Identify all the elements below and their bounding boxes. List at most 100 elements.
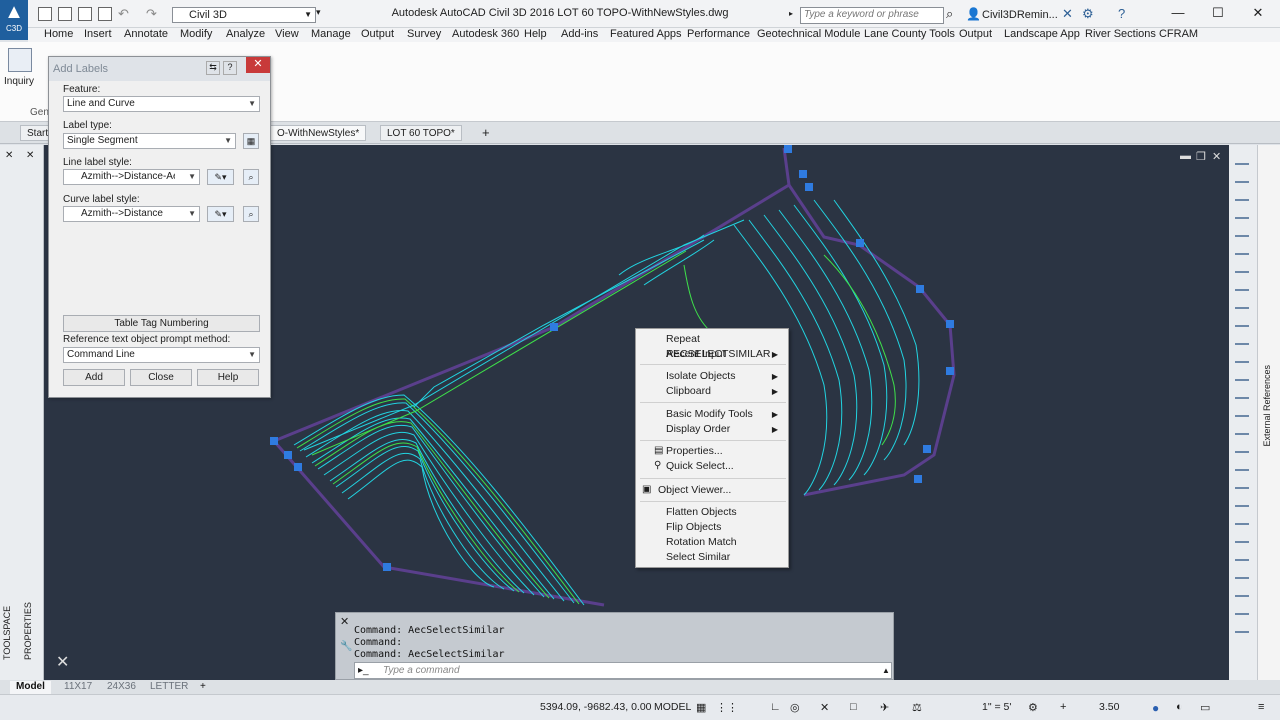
snap-icon[interactable]: ⋮⋮ [716,701,738,714]
coordinates-readout[interactable]: 5394.09, -9682.43, 0.00 [540,701,652,713]
saveas-icon[interactable] [98,7,112,21]
viewport-minimize-icon[interactable]: ▬ [1180,150,1191,162]
tool-icons[interactable] [1235,153,1249,633]
application-menu-button[interactable]: ▲ C3D [0,0,28,40]
menu-item-basic-modify-tools[interactable]: Basic Modify Tools ▶ [666,407,786,422]
menu-modify[interactable]: Modify [180,28,212,42]
clean-screen-icon[interactable]: ▭ [1200,701,1210,714]
search-icon[interactable]: ⌕ [946,6,953,22]
line-label-style-select[interactable]: Azmith-->Distance-AeComp▼ [63,169,200,185]
help-button[interactable]: Help [197,369,259,386]
menu-item-quick-select[interactable]: Quick Select... [666,459,786,474]
hardware-acceleration-icon[interactable]: ● [1152,701,1159,715]
menu-item-object-viewer[interactable]: Object Viewer... [658,483,778,498]
menu-item-display-order[interactable]: Display Order ▶ [666,422,786,437]
command-history-arrow-icon[interactable]: ▲ [882,666,890,675]
menu-featured-apps[interactable]: Featured Apps [610,28,682,42]
save-icon[interactable] [78,7,92,21]
feature-select[interactable]: Line and Curve ▼ [63,96,260,112]
menu-item-clipboard[interactable]: Clipboard ▶ [666,384,786,399]
viewport-close-icon[interactable]: ✕ [1212,150,1221,163]
menu-item-select-similar[interactable]: Select Similar [666,550,786,565]
menu-item-rotation-match[interactable]: Rotation Match [666,535,786,550]
workspace-gear-icon[interactable]: ⚙ [1028,701,1038,714]
external-references-tab[interactable]: External References [1262,365,1272,447]
toolspace-tab[interactable]: TOOLSPACE [2,600,18,660]
minimize-icon[interactable]: — [1168,5,1188,21]
workspace-select[interactable]: Civil 3D ▼ [172,7,316,23]
tab-24x36[interactable]: 24X36 [101,681,142,694]
new-icon[interactable] [38,7,52,21]
tab-letter[interactable]: LETTER [144,681,194,694]
zoom-level[interactable]: 3.50 [1099,701,1119,713]
menu-item-repeat[interactable]: Repeat AECSELECTSIMILAR [666,332,786,360]
menu-item-recent-input[interactable]: Recent Input ▶ [666,347,786,362]
customize-menu-icon[interactable]: ≡ [1258,701,1264,713]
inquiry-label[interactable]: Inquiry [4,76,34,87]
search-input[interactable]: Type a keyword or phrase [800,7,944,24]
dialog-close-icon[interactable]: ✕ [246,57,270,73]
menu-output[interactable]: Output [361,28,394,42]
preview-curve-style-icon[interactable]: ⌕ [243,206,259,222]
tab-lot-60-topo[interactable]: LOT 60 TOPO* [380,125,462,141]
menu-item-flip-objects[interactable]: Flip Objects [666,520,786,535]
grid-icon[interactable]: ▦ [696,701,706,714]
annotation-scale-icon[interactable]: ⚖ [912,701,922,714]
open-icon[interactable] [58,7,72,21]
tab-active-drawing[interactable]: O-WithNewStyles* [270,125,367,141]
curve-label-style-select[interactable]: Azmith-->Distance ▼ [63,206,200,222]
menu-landscape-app[interactable]: Landscape App [1004,28,1080,42]
close-icon[interactable]: ✕ [1248,5,1268,21]
command-input[interactable]: Type a command [354,662,892,679]
edit-curve-style-icon[interactable]: ✎▾ [207,206,234,222]
menu-annotate[interactable]: Annotate [124,28,168,42]
menu-geotechnical-module[interactable]: Geotechnical Module [757,28,860,42]
edit-line-style-icon[interactable]: ✎▾ [207,169,234,185]
ref-prompt-select[interactable]: Command Line ▼ [63,347,260,363]
palette-close-icon-2[interactable]: ✕ [26,150,34,161]
dialog-shrink-icon[interactable]: ⇆ [206,61,220,75]
viewport-restore-icon[interactable]: ❐ [1196,150,1206,163]
menu-view[interactable]: View [275,28,299,42]
menu-river-sections[interactable]: River Sections CFRAM [1085,28,1198,42]
add-tab-icon[interactable]: + [482,125,490,140]
menu-output-2[interactable]: Output [959,28,992,42]
add-layout-icon[interactable]: + [194,681,212,694]
tab-model[interactable]: Model [10,681,51,694]
ortho-icon[interactable]: ∟ [770,701,781,713]
add-button[interactable]: Add [63,369,125,386]
menu-insert[interactable]: Insert [84,28,112,42]
menu-performance[interactable]: Performance [687,28,750,42]
model-space-button[interactable]: MODEL [654,701,691,713]
command-line-settings-icon[interactable]: 🔧 [340,641,352,652]
polar-icon[interactable]: ◎ [790,701,800,714]
dialog-help-icon[interactable]: ? [223,61,237,75]
exchange-icon[interactable]: ✕ [1062,6,1073,22]
close-button[interactable]: Close [130,369,192,386]
menu-home[interactable]: Home [44,28,73,42]
menu-help[interactable]: Help [524,28,547,42]
menu-survey[interactable]: Survey [407,28,441,42]
annotation-visibility-icon[interactable]: ✈ [880,701,889,714]
menu-item-flatten-objects[interactable]: Flatten Objects [666,505,786,520]
inquiry-icon[interactable] [8,48,32,72]
maximize-icon[interactable]: ☐ [1208,5,1228,21]
a360-icon[interactable]: ⚙ [1082,6,1094,22]
help-icon[interactable]: ? [1118,6,1125,21]
menu-item-isolate-objects[interactable]: Isolate Objects ▶ [666,369,786,384]
search-expand-icon[interactable]: ▸ [789,9,793,18]
user-icon[interactable]: 👤 [966,7,981,21]
command-line-close-icon[interactable]: ✕ [340,615,349,628]
add-icon[interactable]: + [1060,701,1066,713]
user-name[interactable]: Civil3DRemin... [982,9,1058,21]
menu-add-ins[interactable]: Add-ins [561,28,598,42]
label-type-select[interactable]: Single Segment ▼ [63,133,236,149]
undo-icon[interactable]: ↶ [118,6,129,22]
isolate-objects-icon[interactable]: ◐ [1176,701,1183,713]
menu-item-properties[interactable]: Properties... [666,444,786,459]
properties-tab[interactable]: PROPERTIES [23,600,39,660]
preview-line-style-icon[interactable]: ⌕ [243,169,259,185]
tab-11x17[interactable]: 11X17 [58,681,98,694]
redo-icon[interactable]: ↷ [146,6,157,22]
menu-manage[interactable]: Manage [311,28,351,42]
